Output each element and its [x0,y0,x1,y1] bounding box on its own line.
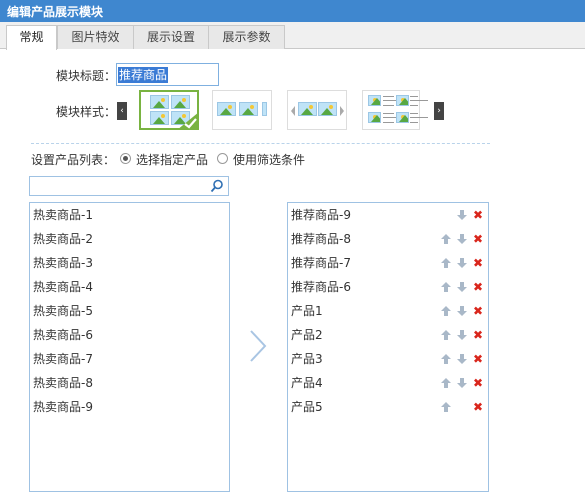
window-titlebar: 编辑产品展示模块 [0,0,585,22]
arrow-up-icon[interactable] [440,257,452,269]
arrow-down-icon[interactable] [456,281,468,293]
close-icon[interactable]: ✖ [473,253,485,270]
selected-list-item[interactable]: 推荐商品-9 ✖ [288,205,488,225]
image-icon [396,112,409,123]
image-icon [150,95,169,109]
image-icon [171,95,190,109]
tab-image-effects[interactable]: 图片特效 [57,25,134,49]
source-product-list[interactable]: 热卖商品-1 热卖商品-2 热卖商品-3 热卖商品-4 热卖商品-5 热卖商品-6 热卖商品… [29,202,230,492]
text-lines-icon [410,113,428,123]
style-prev-button[interactable]: ‹ [117,102,127,120]
source-list-item[interactable]: 热卖商品-2 [30,229,229,249]
module-title-label: 模块标题： [56,69,117,83]
selected-list-item[interactable]: 产品2 ✖ [288,325,488,345]
style-option-list[interactable] [362,90,428,130]
close-icon[interactable]: ✖ [473,205,485,222]
arrow-up-icon[interactable] [440,233,452,245]
window-title: 编辑产品展示模块 [7,5,104,19]
close-icon[interactable]: ✖ [473,349,485,366]
arrow-up-icon[interactable] [440,377,452,389]
source-list-item[interactable]: 热卖商品-4 [30,277,229,297]
image-icon [368,95,381,106]
checkmark-icon [177,112,199,130]
selected-item-label: 产品2 [291,328,323,342]
arrow-up-icon[interactable] [440,353,452,365]
image-icon [368,112,381,123]
style-option-grid[interactable] [139,90,199,130]
search-icon[interactable] [210,179,224,193]
source-list-item[interactable]: 热卖商品-8 [30,373,229,393]
selected-list-item[interactable]: 产品4 ✖ [288,373,488,393]
selected-list-item[interactable]: 产品3 ✖ [288,349,488,369]
arrow-down-icon[interactable] [456,257,468,269]
image-icon [239,102,258,116]
radio-use-filter[interactable] [217,153,228,164]
selected-list-item[interactable]: 推荐商品-8 ✖ [288,229,488,249]
arrow-down-icon[interactable] [456,233,468,245]
selected-item-label: 产品4 [291,376,323,390]
close-icon[interactable]: ✖ [473,397,485,414]
source-list-item[interactable]: 热卖商品-6 [30,325,229,345]
selected-item-label: 产品3 [291,352,323,366]
style-option-row[interactable] [212,90,272,130]
radio-select-specified[interactable] [120,153,131,164]
selected-item-label: 推荐商品-9 [291,208,351,222]
source-list-item[interactable]: 热卖商品-5 [30,301,229,321]
close-icon[interactable]: ✖ [473,325,485,342]
arrow-down-icon[interactable] [456,329,468,341]
close-icon[interactable]: ✖ [473,277,485,294]
arrow-up-icon[interactable] [440,281,452,293]
arrow-up-icon[interactable] [440,401,452,413]
selected-item-label: 产品1 [291,304,323,318]
selected-item-label: 推荐商品-6 [291,280,351,294]
style-next-button[interactable]: › [434,102,444,120]
close-icon[interactable]: ✖ [473,229,485,246]
module-style-label: 模块样式： [56,105,117,119]
radio-select-specified-label[interactable]: 选择指定产品 [136,151,208,168]
selected-item-label: 推荐商品-7 [291,256,351,270]
text-lines-icon [383,96,401,106]
image-icon [150,111,169,125]
selected-list-item[interactable]: 推荐商品-6 ✖ [288,277,488,297]
image-icon [262,102,267,116]
text-lines-icon [383,113,401,123]
radio-use-filter-label[interactable]: 使用筛选条件 [233,151,305,168]
selected-list-item[interactable]: 推荐商品-7 ✖ [288,253,488,273]
arrow-down-icon[interactable] [456,353,468,365]
style-option-carousel[interactable] [287,90,347,130]
product-search-input[interactable] [29,176,229,196]
arrow-down-icon[interactable] [456,305,468,317]
arrow-down-icon[interactable] [456,377,468,389]
selected-product-list[interactable]: 推荐商品-9 ✖ 推荐商品-8 ✖ 推荐商品-7 ✖ 推荐商品-6 ✖ 产品1 ✖ 产品2 ✖ 产品3 ✖… [287,202,489,492]
arrow-up-icon[interactable] [440,329,452,341]
image-icon [318,102,337,116]
product-list-label: 设置产品列表： [31,153,116,167]
section-divider [31,143,490,144]
selected-item-label: 产品5 [291,400,323,414]
image-icon [298,102,317,116]
image-icon [217,102,236,116]
module-title-value: 推荐商品 [118,67,169,83]
tab-display-params[interactable]: 展示参数 [208,25,285,49]
tab-general[interactable]: 常规 [6,25,57,50]
selected-list-item[interactable]: 产品5 ✖ [288,397,488,417]
close-icon[interactable]: ✖ [473,301,485,318]
chevron-right-icon[interactable] [248,329,268,363]
caret-left-icon [291,106,295,116]
selected-list-item[interactable]: 产品1 ✖ [288,301,488,321]
source-list-item[interactable]: 热卖商品-7 [30,349,229,369]
image-icon [396,95,409,106]
module-title-input[interactable]: 推荐商品 [116,63,219,86]
source-list-item[interactable]: 热卖商品-3 [30,253,229,273]
selected-item-label: 推荐商品-8 [291,232,351,246]
caret-right-icon [340,106,344,116]
tab-display-settings[interactable]: 展示设置 [133,25,209,49]
text-lines-icon [410,96,428,106]
tab-bar: 常规 图片特效 展示设置 展示参数 [0,22,585,50]
source-list-item[interactable]: 热卖商品-9 [30,397,229,417]
source-list-item[interactable]: 热卖商品-1 [30,205,229,225]
arrow-down-icon[interactable] [456,209,468,221]
close-icon[interactable]: ✖ [473,373,485,390]
arrow-up-icon[interactable] [440,305,452,317]
